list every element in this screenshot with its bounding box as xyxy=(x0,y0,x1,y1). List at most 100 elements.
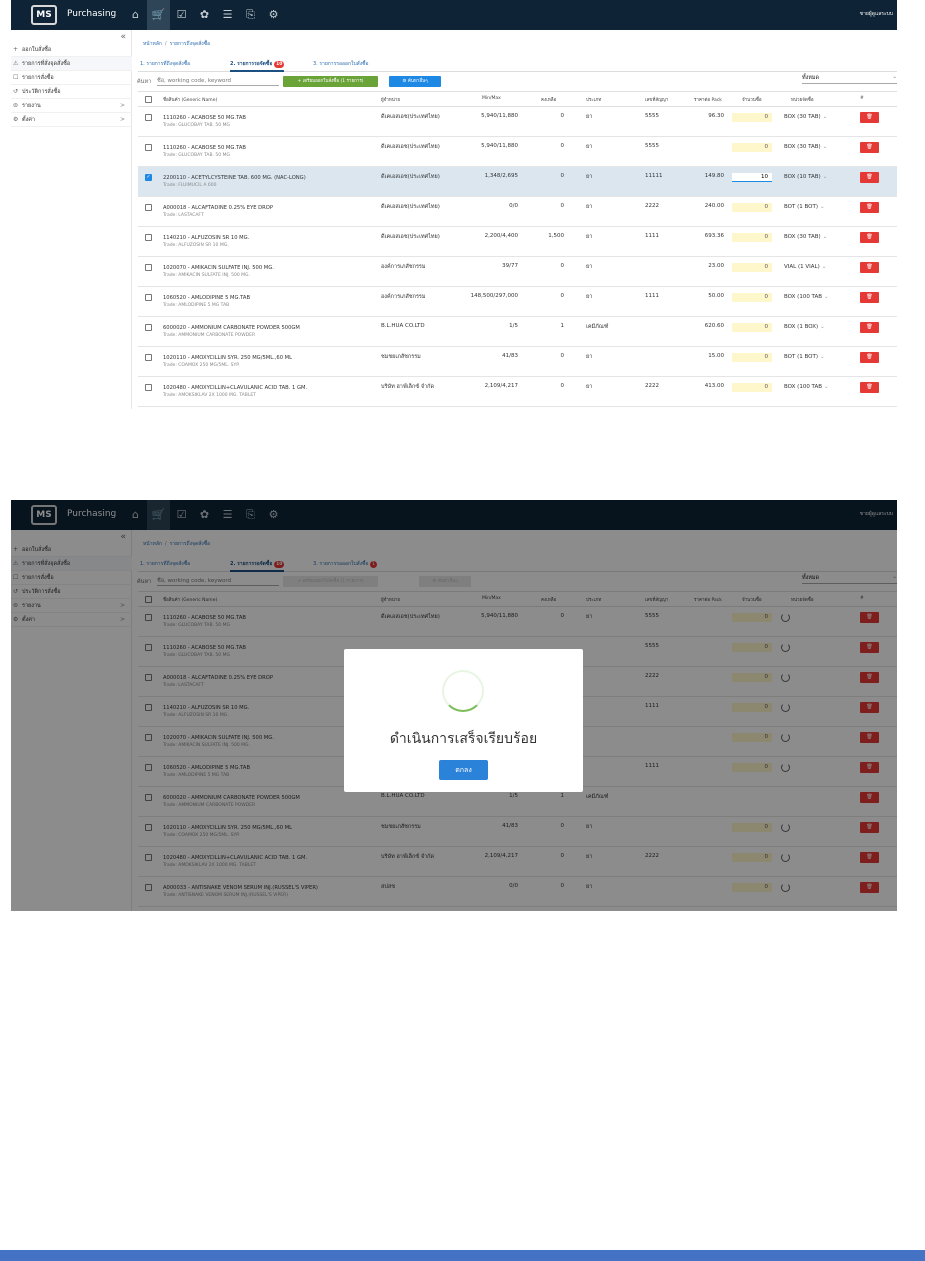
purchase-unit-select[interactable]: BOT (1 BOT) ⌄ xyxy=(784,354,825,360)
table-row[interactable]: A000018 - ALCAFTADINE 0.25% EYE DROP Trad… xyxy=(138,197,897,227)
sidebar-item-label: ตั้งค่า xyxy=(22,117,36,123)
item-type: ยา xyxy=(586,144,593,150)
tab-pending-purchase[interactable]: 2. รายการรอจัดซื้อ 10 xyxy=(230,60,285,72)
row-checkbox[interactable] xyxy=(145,144,152,151)
sidebar-item[interactable]: ⚠ รายการที่สั่งจุดสั่งซื้อ xyxy=(11,57,132,71)
purchase-unit-select[interactable]: BOT (1 BOT) ⌄ xyxy=(784,204,825,210)
quantity-input[interactable]: 0 xyxy=(732,113,772,122)
table-row[interactable]: 1110260 - ACABOSE 50 MG.TAB Trade: GLUCOB… xyxy=(138,137,897,167)
table-row[interactable]: 1060520 - AMLODIPINE 5 MG.TAB Trade: AMLO… xyxy=(138,287,897,317)
min-max-value: 5,940/11,880 xyxy=(481,113,518,119)
contract-number: 1111 xyxy=(645,233,659,239)
quantity-input[interactable]: 0 xyxy=(732,323,772,332)
settings-icon[interactable]: ✿ xyxy=(193,0,216,30)
row-checkbox[interactable] xyxy=(145,234,152,241)
delete-button[interactable]: 🗑 xyxy=(860,262,879,273)
chevron-down-icon: ⌄ xyxy=(822,114,828,120)
delete-button[interactable]: 🗑 xyxy=(860,382,879,393)
purchase-unit-select[interactable]: BOX (1 BOX) ⌄ xyxy=(784,324,825,330)
quantity-input[interactable]: 0 xyxy=(732,203,772,212)
row-checkbox[interactable] xyxy=(145,114,152,121)
row-checkbox[interactable] xyxy=(145,204,152,211)
user-name[interactable]: ชายผู้ดูแลระบบ xyxy=(860,10,893,18)
vendor-name: ดีเคเอสเอช(ประเทศไทย) xyxy=(381,114,440,120)
collapse-icon[interactable]: « xyxy=(120,32,126,42)
delete-button[interactable]: 🗑 xyxy=(860,202,879,213)
purchase-unit-select[interactable]: BOX (30 TAB) ⌄ xyxy=(784,114,827,120)
document-icon[interactable]: ⎘ xyxy=(239,0,262,30)
min-max-value: 1/5 xyxy=(509,323,518,329)
cart-icon[interactable]: 🛒 xyxy=(147,0,170,30)
product-name: A000018 - ALCAFTADINE 0.25% EYE DROP xyxy=(163,205,273,211)
delete-button[interactable]: 🗑 xyxy=(860,352,879,363)
delete-button[interactable]: 🗑 xyxy=(860,232,879,243)
list-icon[interactable]: ☰ xyxy=(216,0,239,30)
sidebar-item[interactable]: ⚙ ตั้งค่า > xyxy=(11,113,132,127)
tab-label: 1. รายการที่ถึงจุดสั่งซื้อ xyxy=(140,61,191,67)
table-row[interactable]: 1020480 - AMOXYCILLIN+CLAVULANIC ACID TA… xyxy=(138,377,897,407)
table-row[interactable]: 1110260 - ACABOSE 50 MG.TAB Trade: GLUCOB… xyxy=(138,107,897,137)
delete-button[interactable]: 🗑 xyxy=(860,142,879,153)
purchase-unit-select[interactable]: BOX (100 TAB ⌄ xyxy=(784,294,829,300)
gear-icon[interactable]: ⚙ xyxy=(262,0,285,30)
chevron-down-icon: ⌄ xyxy=(824,384,829,390)
product-name: 1110260 - ACABOSE 50 MG.TAB xyxy=(163,145,246,151)
delete-button[interactable]: 🗑 xyxy=(860,172,879,183)
purchase-unit-select[interactable]: BOX (30 TAB) ⌄ xyxy=(784,144,827,150)
table-row[interactable]: 1020110 - AMOXYCILLIN SYR. 250 MG/5ML.,6… xyxy=(138,347,897,377)
row-checkbox[interactable] xyxy=(145,384,152,391)
delete-button[interactable]: 🗑 xyxy=(860,112,879,123)
search-more-button[interactable]: ⚙ ค้นหาอื่นๆ xyxy=(389,76,441,87)
quantity-input[interactable]: 0 xyxy=(732,383,772,392)
tab-pending-po[interactable]: 3. รายการรอออกใบสั่งซื้อ xyxy=(313,60,369,72)
row-checkbox[interactable] xyxy=(145,264,152,271)
ok-button[interactable]: ตกลง xyxy=(439,760,488,780)
product-name: 6000020 - AMMONIUM CARBONATE POWDER 500G… xyxy=(163,325,300,331)
purchase-unit-select[interactable]: BOX (30 TAB) ⌄ xyxy=(784,234,827,240)
purchase-unit-select[interactable]: BOX (100 TAB ⌄ xyxy=(784,384,829,390)
vendor-name: องค์การเภสัชกรรม xyxy=(381,294,426,300)
sidebar-item[interactable]: + ออกใบสั่งซื้อ xyxy=(11,43,132,57)
row-checkbox[interactable] xyxy=(145,324,152,331)
search-input[interactable] xyxy=(157,76,279,86)
sidebar-item[interactable]: ↺ ประวัติการสั่งซื้อ xyxy=(11,85,132,99)
chevron-right-icon: > xyxy=(119,116,125,123)
quantity-input[interactable]: 0 xyxy=(732,143,772,152)
table-row[interactable]: 6000020 - AMMONIUM CARBONATE POWDER 500G… xyxy=(138,317,897,347)
row-checkbox[interactable]: ✓ xyxy=(145,174,152,181)
table-header: ชื่อสินค้า (Generic Name) ผู้จำหน่าย Min… xyxy=(138,91,897,107)
tab-reorder-point[interactable]: 1. รายการที่ถึงจุดสั่งซื้อ xyxy=(140,60,190,72)
prepare-po-button[interactable]: + เตรียมออกใบสั่งซื้อ (1 รายการ) xyxy=(283,76,378,87)
type-filter-select[interactable]: ทั้งหมด ⌄ xyxy=(802,74,897,84)
min-max-value: 148,500/297,000 xyxy=(470,293,518,299)
purchase-unit-value: BOX (100 TAB xyxy=(784,294,823,300)
quantity-input[interactable]: 10 xyxy=(732,173,772,182)
delete-button[interactable]: 🗑 xyxy=(860,292,879,303)
row-checkbox[interactable] xyxy=(145,294,152,301)
stock-value: 0 xyxy=(560,203,565,209)
quantity-input[interactable]: 0 xyxy=(732,263,772,272)
chevron-down-icon: ⌄ xyxy=(822,174,828,180)
table-row[interactable]: 1020070 - AMIKACIN SULFATE INJ. 500 MG. T… xyxy=(138,257,897,287)
product-trade-name: Trade: AMMONIUM CARBONATE POWDER xyxy=(163,333,256,338)
home-icon[interactable]: ⌂ xyxy=(124,0,147,30)
select-all-checkbox[interactable] xyxy=(145,96,152,103)
purchase-unit-select[interactable]: BOX (10 TAB) ⌄ xyxy=(784,174,827,180)
col-generic-name: ชื่อสินค้า (Generic Name) xyxy=(163,98,218,103)
quantity-input[interactable]: 0 xyxy=(732,233,772,242)
row-checkbox[interactable] xyxy=(145,354,152,361)
breadcrumb-home[interactable]: หน้าหลัก xyxy=(143,41,162,47)
quantity-input[interactable]: 0 xyxy=(732,293,772,302)
sidebar-item[interactable]: ☐ รายการสั่งซื้อ xyxy=(11,71,132,85)
product-name: 1140210 - ALFUZOSIN SR 10 MG. xyxy=(163,235,250,241)
product-trade-name: Trade: FLUIMUCIL A 600 xyxy=(163,183,217,188)
check-icon[interactable]: ☑ xyxy=(170,0,193,30)
quantity-input[interactable]: 0 xyxy=(732,353,772,362)
delete-button[interactable]: 🗑 xyxy=(860,322,879,333)
purchase-unit-value: BOX (1 BOX) xyxy=(784,324,819,330)
table-row[interactable]: ✓ 2200110 - ACETYLCYSTEINE TAB. 600 MG. (… xyxy=(138,167,897,197)
table-row[interactable]: 1140210 - ALFUZOSIN SR 10 MG. Trade: ALFU… xyxy=(138,227,897,257)
purchase-unit-select[interactable]: VIAL (1 VIAL) ⌄ xyxy=(784,264,826,270)
sidebar-item[interactable]: ⊜ รายงาน > xyxy=(11,99,132,113)
chevron-down-icon: ⌄ xyxy=(820,354,825,360)
